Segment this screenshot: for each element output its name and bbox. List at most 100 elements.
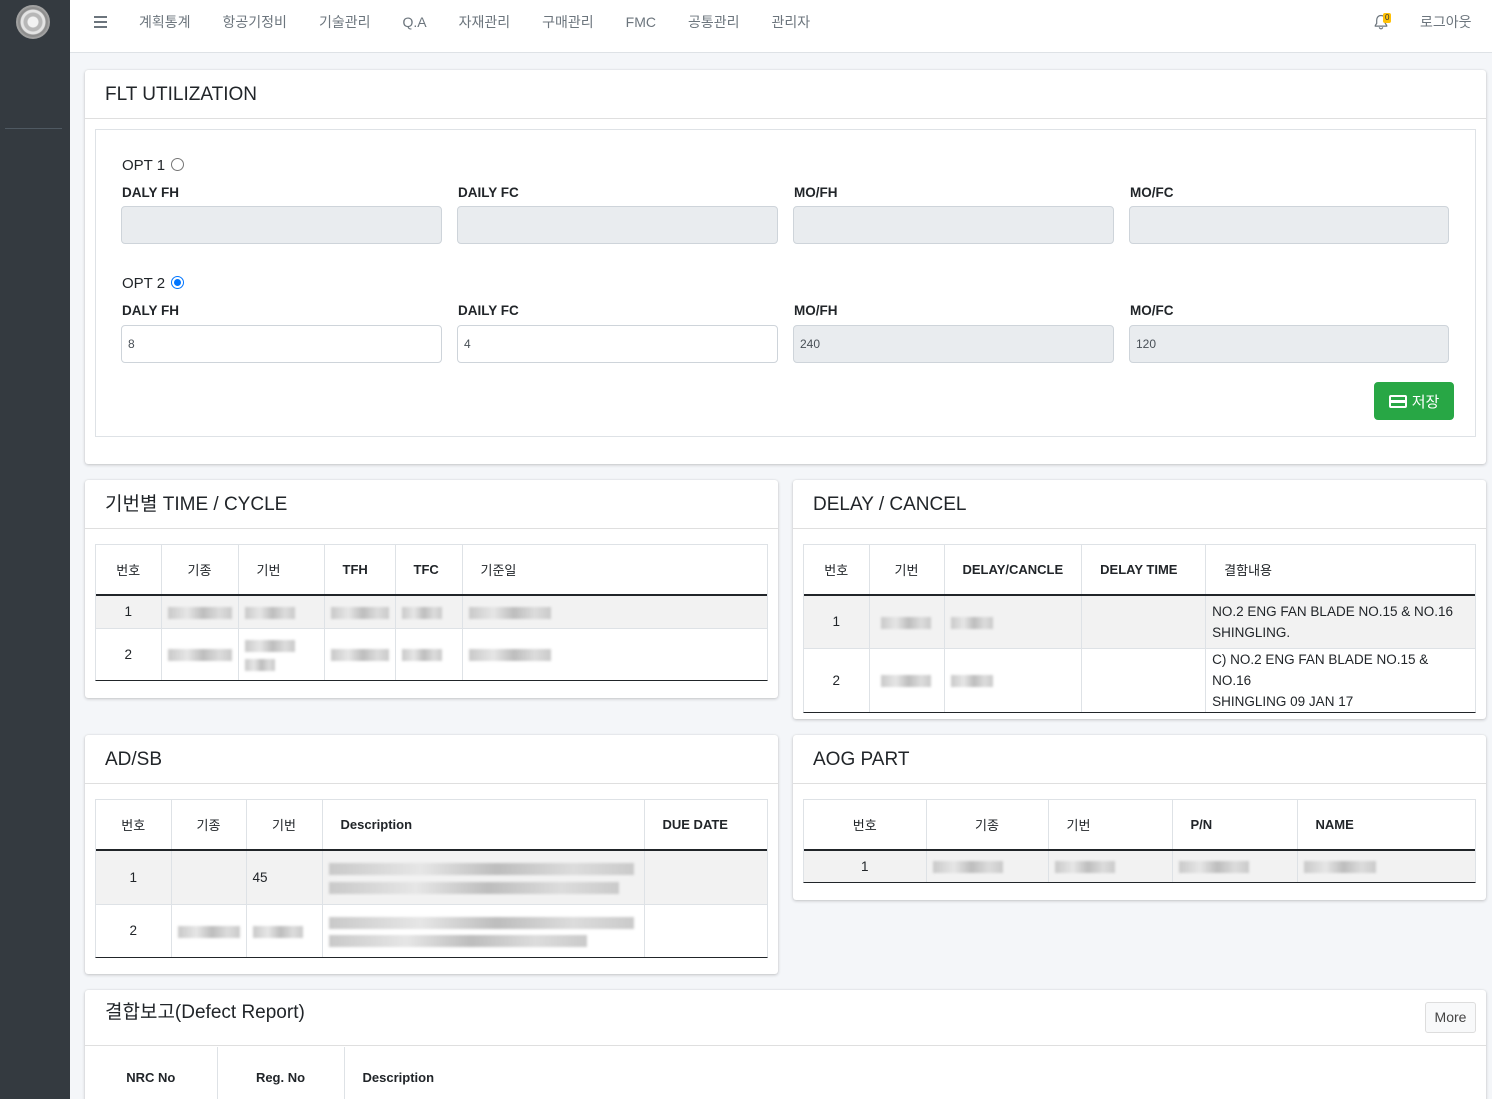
opt1-daily-fc-input[interactable] xyxy=(457,206,778,244)
opt2-radio[interactable] xyxy=(171,276,185,289)
card-title: AD/SB xyxy=(105,749,163,770)
redacted-cell xyxy=(868,647,944,712)
redacted-cell xyxy=(160,594,238,628)
opt2-mo-fc-input[interactable]: 120 xyxy=(1129,325,1449,363)
table-row[interactable]: 1 xyxy=(804,849,1475,882)
row-number: 2 xyxy=(96,903,171,957)
brand-logo[interactable] xyxy=(16,5,50,39)
redacted-cell xyxy=(170,903,246,957)
col-header: DELAY TIME xyxy=(1081,545,1206,596)
table-row[interactable]: 1 xyxy=(96,594,767,628)
credit-card-icon xyxy=(1388,394,1407,408)
redacted-cell xyxy=(461,594,767,628)
defect-report-table: NRC No Reg. No Description xyxy=(85,1047,1486,1099)
col-header: NRC No xyxy=(126,1069,176,1085)
ad-sb-table: 번호 기종 기번 Description DUE DATE 1 45 2 xyxy=(95,799,768,958)
row-number: 1 xyxy=(96,849,171,904)
row-number: 1 xyxy=(96,594,161,628)
col-header: 기종 xyxy=(170,800,246,851)
notification-bell-icon[interactable]: 0 xyxy=(1374,13,1392,32)
col-header: TFC xyxy=(394,545,462,596)
opt1-mo-fc-input[interactable] xyxy=(1129,206,1449,244)
opt1-mo-fc-label: MO/FC xyxy=(1130,185,1174,200)
logout-link[interactable]: 로그아웃 xyxy=(1420,0,1472,44)
card-header: 기번별 TIME / CYCLE xyxy=(85,480,778,529)
save-button[interactable]: 저장 xyxy=(1374,382,1454,420)
opt2-daly-fh-input[interactable]: 8 xyxy=(121,325,442,363)
opt1-mo-fh-input[interactable] xyxy=(793,206,1114,244)
row-number: 1 xyxy=(804,849,926,882)
redacted-cell xyxy=(394,627,462,680)
menu-item-engineering[interactable]: 기술관리 xyxy=(303,0,387,44)
notification-count-badge: 0 xyxy=(1383,13,1392,23)
menu-item-plan-stats[interactable]: 계획통계 xyxy=(123,0,207,44)
reg-no-cell: 45 xyxy=(245,849,322,904)
delay-time-cell xyxy=(1081,647,1206,712)
opt1-daly-fh-label: DALY FH xyxy=(122,185,180,200)
opt1-radio[interactable] xyxy=(171,158,185,171)
card-title: DELAY / CANCEL xyxy=(813,494,967,515)
defect-report-card: 결합보고(Defect Report) More NRC No Reg. No … xyxy=(85,990,1486,1099)
menu-item-common[interactable]: 공통관리 xyxy=(672,0,756,44)
row-number: 2 xyxy=(804,647,869,712)
col-header: 번호 xyxy=(804,545,869,596)
col-header: 결함내용 xyxy=(1205,545,1475,596)
opt2-mo-fh-input[interactable]: 240 xyxy=(793,325,1114,363)
time-cycle-card: 기번별 TIME / CYCLE 번호 기종 기번 TFH TFC 기준일 1 … xyxy=(85,480,778,698)
redacted-cell xyxy=(237,627,324,680)
opt1-mo-fh-label: MO/FH xyxy=(794,185,838,200)
top-navbar: 계획통계 항공기정비 기술관리 Q.A 자재관리 구매관리 FMC 공통관리 관… xyxy=(70,0,1492,53)
flt-form: OPT 1 DALY FH DAILY FC MO/FH MO/FC OPT 2… xyxy=(95,129,1476,437)
card-title: AOG PART xyxy=(813,749,910,770)
col-header: 기번 xyxy=(868,545,944,596)
menu-item-qa[interactable]: Q.A xyxy=(386,0,442,44)
due-date-cell xyxy=(643,903,767,957)
menu-item-purchasing[interactable]: 구매관리 xyxy=(526,0,610,44)
menu-item-admin[interactable]: 관리자 xyxy=(756,0,827,44)
time-cycle-table: 번호 기종 기번 TFH TFC 기준일 1 2 xyxy=(95,544,768,681)
more-button[interactable]: More xyxy=(1425,1002,1476,1033)
col-header: P/N xyxy=(1171,800,1297,851)
col-header: 번호 xyxy=(96,800,171,851)
card-header: DELAY / CANCEL xyxy=(793,480,1486,529)
col-header: 기번 xyxy=(245,800,322,851)
flt-utilization-card: FLT UTILIZATION OPT 1 DALY FH DAILY FC M… xyxy=(85,70,1486,464)
menu-item-materials[interactable]: 자재관리 xyxy=(443,0,527,44)
redacted-cell xyxy=(237,594,324,628)
col-header: Description xyxy=(321,800,644,851)
col-header: 번호 xyxy=(804,800,926,851)
col-header: DUE DATE xyxy=(643,800,767,851)
table-row[interactable]: 1 NO.2 ENG FAN BLADE NO.15 & NO.16 SHINGL… xyxy=(804,594,1475,648)
table-row[interactable]: 2 xyxy=(96,627,767,680)
hamburger-menu-icon[interactable] xyxy=(94,16,107,30)
redacted-cell xyxy=(943,594,1082,648)
sidebar-divider xyxy=(5,128,62,129)
card-header: FLT UTILIZATION xyxy=(85,70,1486,119)
main-menu: 계획통계 항공기정비 기술관리 Q.A 자재관리 구매관리 FMC 공통관리 관… xyxy=(123,0,826,44)
defect-description-cell: NO.2 ENG FAN BLADE NO.15 & NO.16 SHINGLIN… xyxy=(1205,594,1475,648)
aog-part-table: 번호 기종 기번 P/N NAME 1 xyxy=(803,799,1476,883)
redacted-cell xyxy=(925,849,1048,882)
opt2-mo-fc-label: MO/FC xyxy=(1130,303,1174,318)
col-header: 기준일 xyxy=(461,545,767,596)
opt2-daily-fc-input[interactable]: 4 xyxy=(457,325,778,363)
table-row[interactable]: 2 xyxy=(96,903,767,957)
opt2-mo-fh-label: MO/FH xyxy=(794,303,838,318)
redacted-cell xyxy=(1296,849,1475,882)
table-row[interactable]: 2 C) NO.2 ENG FAN BLADE NO.15 & NO.16 SHI… xyxy=(804,647,1475,712)
col-header: DELAY/CANCLE xyxy=(943,545,1082,596)
col-header: 기종 xyxy=(160,545,238,596)
col-header: 기번 xyxy=(237,545,324,596)
opt1-daly-fh-input[interactable] xyxy=(121,206,442,244)
menu-item-aircraft-maintenance[interactable]: 항공기정비 xyxy=(207,0,303,44)
redacted-cell xyxy=(394,594,462,628)
sidebar xyxy=(0,0,70,1099)
redacted-cell xyxy=(1047,849,1172,882)
card-title: 기번별 TIME / CYCLE xyxy=(105,494,288,515)
opt1-daily-fc-label: DAILY FC xyxy=(458,185,519,200)
menu-item-fmc[interactable]: FMC xyxy=(610,0,672,44)
save-button-label: 저장 xyxy=(1411,393,1440,411)
card-title: FLT UTILIZATION xyxy=(105,84,258,105)
table-row[interactable]: 1 45 xyxy=(96,849,767,904)
col-header: 기번 xyxy=(1047,800,1172,851)
